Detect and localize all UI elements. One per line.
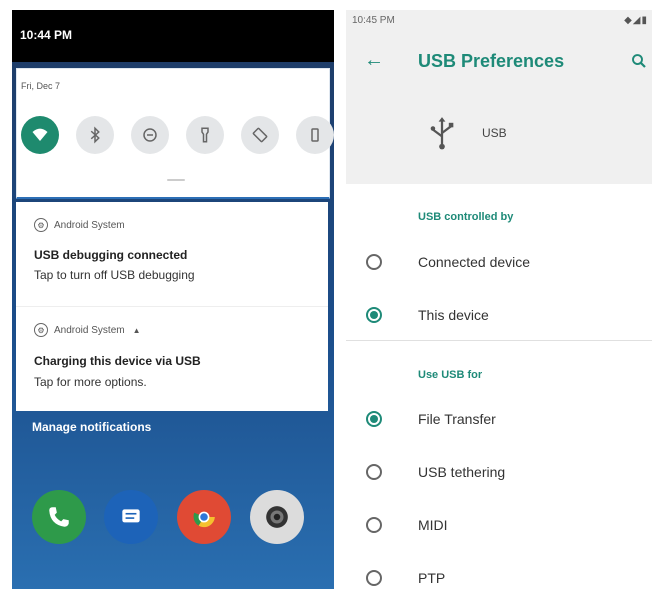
drag-handle[interactable] [167, 179, 185, 181]
option-this-device[interactable]: This device [346, 295, 652, 335]
notification-app-name: Android System [54, 324, 125, 336]
search-icon[interactable] [630, 52, 648, 75]
phone-icon [49, 507, 69, 527]
option-label: PTP [418, 570, 446, 586]
auto-rotate-icon [252, 127, 268, 143]
app-header: ← USB Preferences USB [346, 32, 652, 184]
auto-rotate-tile[interactable] [241, 116, 279, 154]
radio-button[interactable] [366, 254, 382, 270]
notification-text: Tap to turn off USB debugging [34, 268, 195, 282]
signal-battery-icons: ◆◢▮ [624, 15, 648, 26]
section-usb-controlled-by: USB controlled by [418, 211, 514, 223]
notification-app-name: Android System [54, 219, 125, 231]
page-title: USB Preferences [418, 51, 565, 71]
status-time: 10:45 PM [352, 15, 395, 26]
wifi-tile[interactable] [21, 116, 59, 154]
option-midi[interactable]: MIDI [346, 505, 652, 545]
usb-label: USB [482, 126, 507, 140]
flashlight-icon [201, 127, 209, 143]
do-not-disturb-icon [143, 128, 157, 142]
notification-title: Charging this device via USB [34, 354, 201, 368]
option-label: This device [418, 307, 489, 323]
option-label: USB tethering [418, 464, 506, 480]
option-usb-tethering[interactable]: USB tethering [346, 452, 652, 492]
wifi-icon [32, 128, 48, 141]
camera-app[interactable] [250, 490, 304, 544]
notification-app-header: ⚙ Android System [34, 218, 125, 232]
radio-button-selected[interactable] [366, 307, 382, 323]
notification-app-header: ⚙ Android System ▲ [34, 323, 141, 337]
quick-settings-panel: Fri, Dec 7 [16, 68, 334, 199]
messages-app[interactable] [104, 490, 158, 544]
chrome-app[interactable] [177, 490, 231, 544]
phone-app[interactable] [32, 490, 86, 544]
bluetooth-icon [90, 126, 100, 144]
status-bar: 10:45 PM ◆◢▮ [346, 10, 652, 32]
android-system-icon: ⚙ [34, 323, 48, 337]
option-ptp[interactable]: PTP [346, 558, 652, 589]
battery-saver-tile[interactable] [296, 116, 334, 154]
notification-title: USB debugging connected [34, 248, 188, 262]
flashlight-tile[interactable] [186, 116, 224, 154]
section-use-usb-for: Use USB for [418, 369, 483, 381]
battery-saver-icon [311, 128, 319, 142]
notification-text: Tap for more options. [34, 375, 147, 389]
chevron-up-icon[interactable]: ▲ [133, 326, 141, 335]
do-not-disturb-tile[interactable] [131, 116, 169, 154]
android-system-icon: ⚙ [34, 218, 48, 232]
notification-shade: 10:44 PM Fri, Dec 7 ⚙ Android System USB… [12, 10, 334, 589]
radio-button[interactable] [366, 570, 382, 586]
status-bar: 10:44 PM [12, 10, 334, 62]
option-label: Connected device [418, 254, 531, 270]
chrome-icon [192, 505, 216, 529]
option-connected-device[interactable]: Connected device [346, 242, 652, 282]
bluetooth-tile[interactable] [76, 116, 114, 154]
radio-button[interactable] [366, 464, 382, 480]
option-label: MIDI [418, 517, 448, 533]
manage-notifications-link[interactable]: Manage notifications [32, 420, 151, 434]
messages-icon [122, 509, 140, 523]
radio-button[interactable] [366, 517, 382, 533]
date-label: Fri, Dec 7 [21, 81, 61, 91]
status-time: 10:44 PM [20, 28, 73, 42]
option-label: File Transfer [418, 411, 496, 427]
notification-usb-debugging[interactable]: ⚙ Android System USB debugging connected… [16, 202, 328, 307]
camera-icon [266, 506, 288, 528]
usb-icon [428, 116, 456, 155]
notification-usb-charging[interactable]: ⚙ Android System ▲ Charging this device … [16, 307, 328, 411]
radio-button-selected[interactable] [366, 411, 382, 427]
option-file-transfer[interactable]: File Transfer [346, 399, 652, 439]
usb-preferences-screen: 10:45 PM ◆◢▮ ← USB Preferences USB USB c… [346, 10, 652, 589]
section-divider [346, 340, 652, 341]
back-arrow-icon[interactable]: ← [364, 50, 384, 70]
